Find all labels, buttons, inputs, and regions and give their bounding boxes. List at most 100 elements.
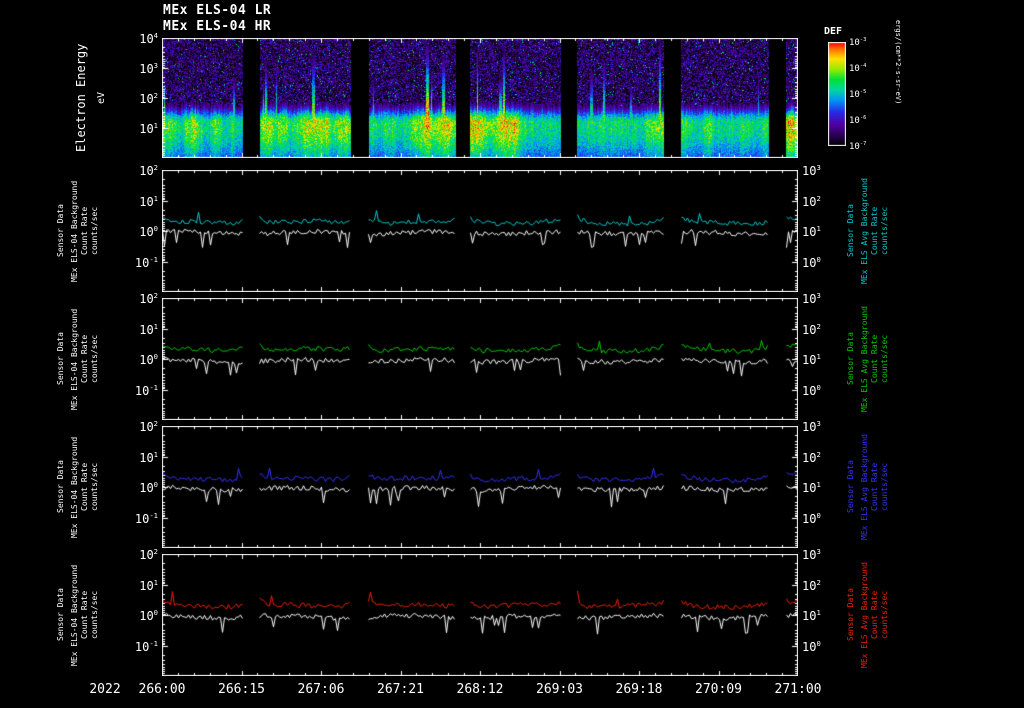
x-tick-label: 269:03 (536, 682, 583, 697)
panel-right-ytick-label: 102 (802, 577, 821, 593)
panel-left-axis-label-3-text: counts/sec (90, 590, 99, 640)
x-tick-label: 271:00 (774, 682, 822, 697)
panel-left-axis-label-3: Sensor Data MEx ELS-04 Background Count Ra… (56, 554, 100, 676)
panel-right-ytick-label: 101 (802, 224, 821, 239)
line-panel-canvas-blue (162, 426, 798, 548)
panel-right-axis-label-0-text: MEx ELS Avg Background (860, 178, 869, 284)
panel-left-ytick-label: 102 (139, 291, 158, 306)
colorbar-title: DEF (824, 26, 843, 37)
panel-right-ytick-label: 102 (802, 449, 821, 465)
panel-right-axis-label-3: Sensor Data MEx ELS Avg Background Count R… (846, 554, 890, 676)
panel-left-axis-label-1-text: Count Rate (80, 334, 89, 384)
panel-left-ytick-label: 101 (139, 193, 158, 209)
x-tick-label: 267:21 (377, 682, 424, 697)
x-tick-label: 266:15 (218, 682, 265, 697)
spectrogram-ytick-label: 101 (139, 121, 158, 136)
panel-right-axis-label-0: Sensor Data MEx ELS Avg Background Count R… (846, 170, 890, 292)
panel-left-ytick-label: 101 (139, 577, 158, 593)
panel-left-ytick-label: 100 (139, 352, 158, 367)
x-tick-label: 269:18 (615, 682, 663, 697)
panel-left-axis-label-0: Sensor Data MEx ELS-04 Background Count Ra… (56, 170, 100, 292)
panel-left-axis-label-3-text: MEx ELS-04 Background (70, 564, 79, 666)
x-tick-label: 268:12 (456, 682, 504, 697)
panel-right-axis-label-0-text: Sensor Data (846, 204, 855, 258)
panel-left-ytick-label: 10-1 (134, 382, 158, 398)
panel-right-axis-label-3-text: Count Rate (870, 590, 879, 640)
panel-left-ytick-label: 102 (139, 419, 158, 434)
x-tick-label: 267:06 (297, 682, 345, 697)
panel-left-ytick-label: 100 (139, 224, 158, 239)
panel-right-ytick-label: 103 (802, 547, 821, 562)
x-tick-label: 270:09 (695, 682, 742, 697)
panel-right-axis-label-1-text: MEx ELS Avg Background (860, 306, 869, 412)
panel-right-axis-label-3-text: counts/sec (880, 590, 889, 640)
spectrogram-canvas (162, 38, 798, 158)
panel-right-axis-label-3-text: MEx ELS Avg Background (860, 562, 869, 668)
panel-left-axis-label-2-text: Count Rate (80, 462, 89, 512)
plot-title-lr: MEx ELS-04 LR (163, 3, 272, 18)
spectrogram-ylabel-units: eV (96, 91, 107, 105)
year-label: 2022 (89, 682, 121, 697)
panel-left-axis-label-3-text: Count Rate (80, 590, 89, 640)
line-panel-canvas-green (162, 298, 798, 420)
mex-els-plot: MEx ELS-04 LR MEx ELS-04 HR Electron Ene… (0, 0, 1024, 708)
panel-right-ytick-label: 101 (802, 608, 821, 623)
panel-left-axis-label-2: Sensor Data MEx ELS-04 Background Count Ra… (56, 426, 100, 548)
panel-left-axis-label-1-text: Sensor Data (56, 332, 65, 386)
panel-right-ytick-label: 101 (802, 352, 821, 367)
panel-left-ytick-label: 102 (139, 163, 158, 178)
panel-left-axis-label-0-text: Sensor Data (56, 204, 65, 258)
panel-right-axis-label-0-text: counts/sec (880, 206, 889, 256)
panel-left-ytick-label: 100 (139, 480, 158, 495)
panel-right-axis-label-2-text: MEx ELS Avg Background (860, 434, 869, 540)
spectrogram-ylabel: Electron Energy (74, 43, 88, 153)
line-panel-canvas-red (162, 554, 798, 676)
panel-left-ytick-label: 101 (139, 449, 158, 465)
panel-right-ytick-label: 103 (802, 163, 821, 178)
panel-left-axis-label-1: Sensor Data MEx ELS-04 Background Count Ra… (56, 298, 100, 420)
panel-left-ytick-label: 10-1 (134, 510, 158, 526)
panel-right-axis-label-3-text: Sensor Data (846, 588, 855, 642)
panel-right-axis-label-1-text: Count Rate (870, 334, 879, 384)
panel-right-axis-label-2-text: counts/sec (880, 462, 889, 512)
line-panel-canvas-cyan (162, 170, 798, 292)
spectrogram-ytick-label: 104 (139, 31, 158, 46)
panel-right-ytick-label: 101 (802, 480, 821, 495)
panel-left-ytick-label: 10-1 (134, 638, 158, 654)
panel-left-axis-label-0-text: MEx ELS-04 Background (70, 180, 79, 282)
panel-right-ytick-label: 100 (802, 382, 821, 398)
panel-right-axis-label-2-text: Sensor Data (846, 460, 855, 514)
panel-left-ytick-label: 100 (139, 608, 158, 623)
panel-right-ytick-label: 100 (802, 510, 821, 526)
colorbar-tick-label: 10-7 (849, 141, 867, 152)
panel-left-axis-label-0-text: counts/sec (90, 206, 99, 256)
panel-left-ytick-label: 10-1 (134, 254, 158, 270)
panel-left-ytick-label: 102 (139, 547, 158, 562)
panel-left-axis-label-1-text: MEx ELS-04 Background (70, 308, 79, 410)
panel-right-axis-label-2-text: Count Rate (870, 462, 879, 512)
spectrogram-ytick-label: 102 (139, 91, 158, 106)
panel-left-ytick-label: 101 (139, 321, 158, 337)
panel-right-ytick-label: 100 (802, 254, 821, 270)
colorbar-units-label: ergs/(cm**2-s-sr-eV) (894, 20, 902, 105)
panel-right-axis-label-1-text: Sensor Data (846, 332, 855, 386)
colorbar-tick-label: 10-3 (849, 37, 867, 48)
panel-left-axis-label-2-text: Sensor Data (56, 460, 65, 514)
spectrogram-ytick-label: 103 (139, 61, 158, 76)
colorbar-canvas (828, 42, 846, 146)
panel-left-axis-label-0-text: Count Rate (80, 206, 89, 256)
panel-right-ytick-label: 100 (802, 638, 821, 654)
panel-right-ytick-label: 103 (802, 291, 821, 306)
panel-left-axis-label-3-text: Sensor Data (56, 588, 65, 642)
panel-right-axis-label-1: Sensor Data MEx ELS Avg Background Count R… (846, 298, 890, 420)
panel-right-ytick-label: 103 (802, 419, 821, 434)
panel-right-axis-label-0-text: Count Rate (870, 206, 879, 256)
panel-left-axis-label-1-text: counts/sec (90, 334, 99, 384)
panel-right-axis-label-1-text: counts/sec (880, 334, 889, 384)
plot-title-hr: MEx ELS-04 HR (163, 19, 272, 34)
panel-left-axis-label-2-text: MEx ELS-04 Background (70, 436, 79, 538)
colorbar-tick-label: 10-5 (849, 89, 867, 100)
colorbar-tick-label: 10-4 (849, 63, 867, 74)
panel-right-ytick-label: 102 (802, 193, 821, 209)
panel-left-axis-label-2-text: counts/sec (90, 462, 99, 512)
